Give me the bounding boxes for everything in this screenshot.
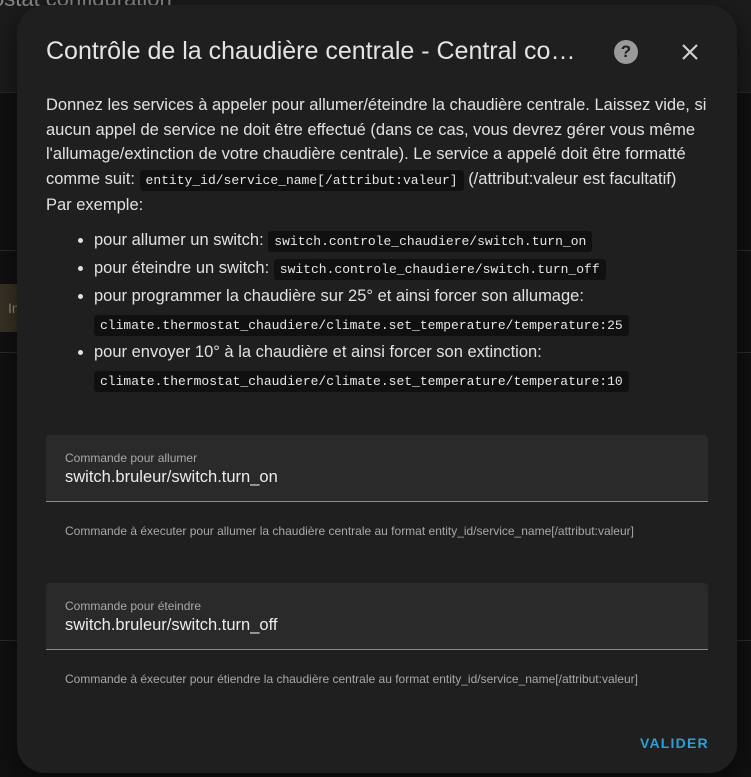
dialog-title: Contrôle de la chaudière centrale - Cent… bbox=[46, 37, 576, 65]
example-list: pour allumer un switch: switch.controle_… bbox=[46, 228, 718, 394]
help-circle-icon[interactable]: ? bbox=[614, 40, 638, 64]
example-item: pour programmer la chaudière sur 25° et … bbox=[94, 284, 718, 338]
dialog-description: Donnez les services à appeler pour allum… bbox=[46, 93, 718, 396]
central-boiler-dialog: Contrôle de la chaudière centrale - Cent… bbox=[17, 5, 737, 773]
command-off-label: Commande pour éteindre bbox=[65, 599, 202, 613]
command-on-helper: Commande à éxecuter pour allumer la chau… bbox=[65, 524, 634, 538]
example-code: switch.controle_chaudiere/switch.turn_on bbox=[268, 230, 593, 252]
close-icon[interactable] bbox=[676, 38, 704, 66]
example-code: climate.thermostat_chaudiere/climate.set… bbox=[94, 314, 629, 336]
validate-button[interactable]: VALIDER bbox=[640, 735, 709, 751]
example-text: pour éteindre un switch: bbox=[94, 258, 270, 277]
example-code: climate.thermostat_chaudiere/climate.set… bbox=[94, 370, 629, 392]
example-text: pour programmer la chaudière sur 25° et … bbox=[94, 286, 584, 305]
example-item: pour envoyer 10° à la chaudière et ainsi… bbox=[94, 340, 718, 394]
command-off-input[interactable]: switch.bruleur/switch.turn_off bbox=[65, 616, 277, 635]
format-note: (/attribut:valeur est facultatif) bbox=[468, 169, 677, 188]
example-heading: Par exemple: bbox=[46, 196, 144, 214]
format-code: entity_id/service_name[/attribut:valeur] bbox=[139, 169, 464, 191]
command-off-field[interactable]: Commande pour éteindre switch.bruleur/sw… bbox=[46, 583, 708, 650]
command-off-helper: Commande à éxecuter pour étiendre la cha… bbox=[65, 672, 638, 686]
command-on-field[interactable]: Commande pour allumer switch.bruleur/swi… bbox=[46, 435, 708, 502]
command-on-input[interactable]: switch.bruleur/switch.turn_on bbox=[65, 468, 278, 487]
example-text: pour envoyer 10° à la chaudière et ainsi… bbox=[94, 342, 542, 361]
example-text: pour allumer un switch: bbox=[94, 230, 264, 249]
example-item: pour éteindre un switch: switch.controle… bbox=[94, 256, 718, 282]
example-code: switch.controle_chaudiere/switch.turn_of… bbox=[273, 258, 606, 280]
example-item: pour allumer un switch: switch.controle_… bbox=[94, 228, 718, 254]
command-on-label: Commande pour allumer bbox=[65, 451, 198, 465]
